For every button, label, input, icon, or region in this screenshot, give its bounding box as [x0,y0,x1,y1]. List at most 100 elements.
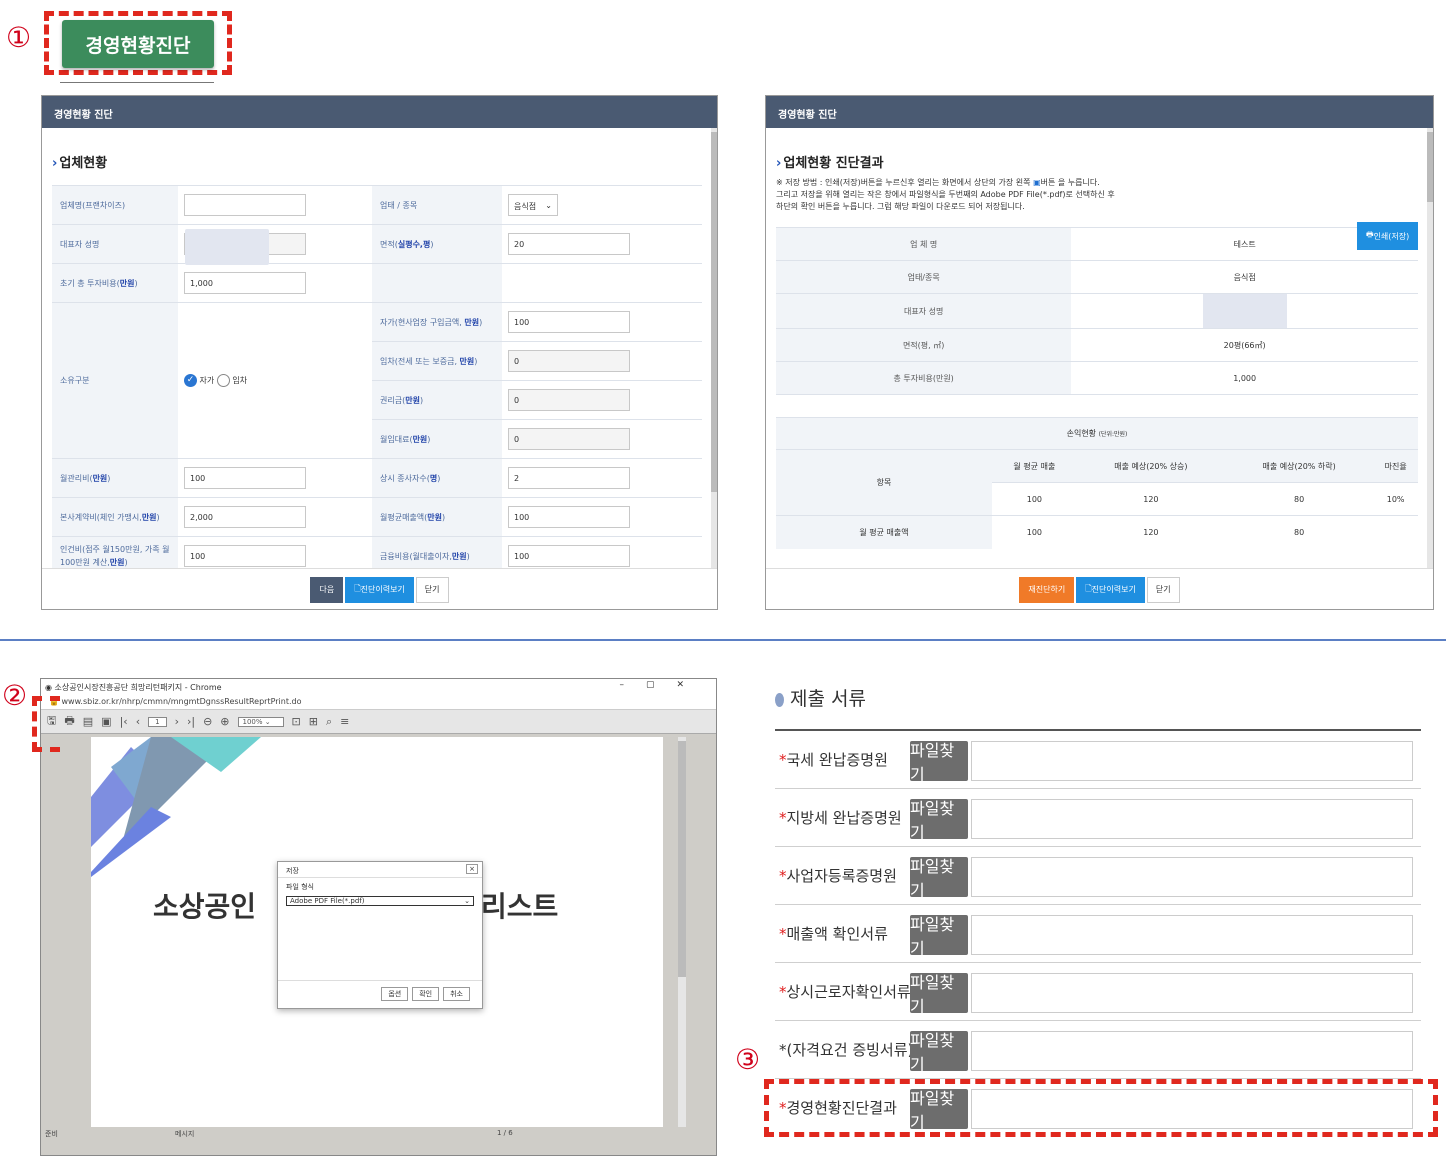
page-setup-icon[interactable]: ▤ [83,715,93,728]
field-label: 대표자 성명 [52,224,178,264]
field-label: 월평균매출액(만원) [372,497,502,537]
close-button[interactable]: 닫기 [1146,576,1180,603]
field-label: 월관리비(만원) [52,458,178,498]
status-bar: 준비 메시지 1 / 6 [41,1129,716,1141]
close-icon[interactable]: × [466,864,478,874]
table-row: 업태/종목 음식점 [776,260,1418,294]
divider [60,82,214,83]
rotate-icon[interactable]: ⊞ [309,715,318,728]
options-button[interactable]: 옵션 [381,987,409,1001]
dialog-buttons: 옵션 확인 취소 [278,980,482,1001]
file-path-input[interactable] [971,1031,1413,1071]
format-label: 파일 형식 [286,883,314,891]
chevron-right-icon: › [52,156,58,171]
rediagnose-button[interactable]: 재진단하기 [1019,576,1075,603]
pdf-scrollbar[interactable] [678,737,686,1127]
purchase-price-input[interactable]: 100 [508,311,630,333]
panel-footer: 다음 🗋 진단이력보기 닫기 [42,568,717,609]
zoom-select[interactable]: 100% ⌄ [237,716,284,727]
file-find-button[interactable]: 파일찾기 [910,857,968,900]
profit-table: 손익현황 (단위:만원) 항목 월 평균 매출 매출 예상(20% 상승) 매출… [776,417,1418,549]
window-controls[interactable]: –▢✕ [619,680,706,690]
management-fee-input[interactable]: 100 [184,467,306,489]
radio-icon[interactable] [216,374,230,387]
scrollbar[interactable] [711,128,717,568]
first-page-icon[interactable]: |‹ [120,715,128,728]
zoom-in-icon[interactable]: ⊕ [220,715,229,728]
file-path-input[interactable] [971,973,1413,1013]
company-status-table: 업체명(프랜차이즈) 업태 / 종목 음식점 ⌄ 대표자 성명 면적(실평수,평)… [52,185,702,576]
section-title: › 업체현황 진단결과 [776,156,884,171]
print-save-button[interactable]: 🖶 인쇄(저장) [1357,222,1419,250]
table-row: 초기 총 투자비용(만원) 1,000 [52,263,702,303]
file-path-input[interactable] [971,857,1413,897]
chevron-down-icon: ⌄ [545,201,552,210]
panel-footer: 재진단하기 🗋 진단이력보기 닫기 [766,568,1433,609]
export-icon[interactable]: ▣ [101,715,111,728]
search-icon[interactable]: ⌕ [326,715,332,729]
field-label: 임차(전세 또는 보증금, 만원) [372,341,502,381]
monthly-sales-input[interactable]: 100 [508,506,630,528]
next-page-icon[interactable]: › [175,715,179,728]
representative-name-input[interactable] [184,229,306,265]
dialog-titlebar: 저장 × [278,862,482,878]
chrome-icon: ◉ [45,683,52,692]
table-row: 업 체 명 테스트 [776,227,1418,261]
file-find-button[interactable]: 파일찾기 [910,1031,968,1074]
area-input[interactable]: 20 [508,233,630,255]
step-3-marker: ③ [735,1043,761,1076]
radio-label: 임차 [232,376,248,385]
history-button[interactable]: 🗋 진단이력보기 [1076,576,1145,603]
finance-cost-input[interactable]: 100 [508,545,630,568]
file-path-input[interactable] [971,741,1413,781]
close-button[interactable]: 닫기 [415,576,449,603]
pdf-page: 소상공인 리스트 저장 × 파일 형식 Adobe PDF File(*.pdf)… [91,737,663,1127]
file-find-button[interactable]: 파일찾기 [910,973,968,1016]
deposit-input[interactable]: 0 [508,350,630,372]
field-label: 자가(현사업장 구입금액, 만원) [372,302,502,342]
history-button[interactable]: 🗋 진단이력보기 [345,576,414,603]
file-find-button[interactable]: 파일찾기 [910,915,968,958]
field-label: 면적(실평수,평) [372,224,502,264]
empty-cell [502,263,702,303]
menu-icon[interactable]: ≡ [340,715,349,728]
premium-input[interactable]: 0 [508,389,630,411]
cancel-button[interactable]: 취소 [443,987,470,1001]
employees-input[interactable]: 2 [508,467,630,489]
table-row: 항목 월 평균 매출 매출 예상(20% 상승) 매출 예상(20% 하락) 마… [776,449,1418,516]
table-row: 대표자 성명 [776,293,1418,329]
file-find-button[interactable]: 파일찾기 [910,741,968,784]
monthly-rent-input[interactable]: 0 [508,428,630,450]
file-path-input[interactable] [971,799,1413,839]
browser-window: ◉ 소상공인시장진흥공단 희망리턴패키지 - Chrome –▢✕ 🔒 www.… [40,678,717,1156]
panel-header: 경영현황 진단 [42,96,717,128]
prev-page-icon[interactable]: ‹ [136,715,140,728]
management-diagnosis-button[interactable]: 경영현황진단 [62,20,214,68]
checked-radio-icon[interactable]: ✓ [184,374,197,387]
document-title-right: 리스트 [481,890,559,923]
business-type-select[interactable]: 음식점 ⌄ [508,194,558,216]
franchise-fee-input[interactable]: 2,000 [184,506,306,528]
chevron-down-icon: ⌄ [464,897,470,905]
highlight-box-2 [32,696,60,752]
fit-icon[interactable]: ⊡ [292,715,301,728]
diagnosis-result-panel: 경영현황 진단 › 업체현황 진단결과 ※ 저장 방법 : 인쇄(저장)버튼을 누… [765,95,1434,610]
next-button[interactable]: 다음 [310,576,344,603]
address-bar[interactable]: 🔒 www.sbiz.or.kr/nhrp/cmmn/mngmtDgnssRes… [41,695,716,710]
ok-button[interactable]: 확인 [412,987,440,1001]
field-label: 업체명(프랜차이즈) [52,185,178,225]
page-input[interactable]: 1 [148,716,167,727]
last-page-icon[interactable]: ›| [187,715,195,728]
company-name-input[interactable] [184,194,306,216]
print-icon[interactable]: 🖶 [64,712,74,731]
format-select[interactable]: Adobe PDF File(*.pdf) ⌄ [286,896,474,906]
redacted-area [1202,294,1287,328]
diagnosis-form-panel: 경영현황 진단 › 업체현황 업체명(프랜차이즈) 업태 / 종목 음식점 ⌄ 대표… [41,95,718,610]
zoom-out-icon[interactable]: ⊖ [203,715,212,728]
file-find-button[interactable]: 파일찾기 [910,799,968,842]
initial-investment-input[interactable]: 1,000 [184,272,306,294]
file-path-input[interactable] [971,915,1413,955]
save-dialog: 저장 × 파일 형식 Adobe PDF File(*.pdf) ⌄ 옵션 확인 취… [277,861,483,1009]
labor-cost-input[interactable]: 100 [184,545,306,568]
table-row: 면적(평, ㎡) 20평(66㎡) [776,328,1418,362]
